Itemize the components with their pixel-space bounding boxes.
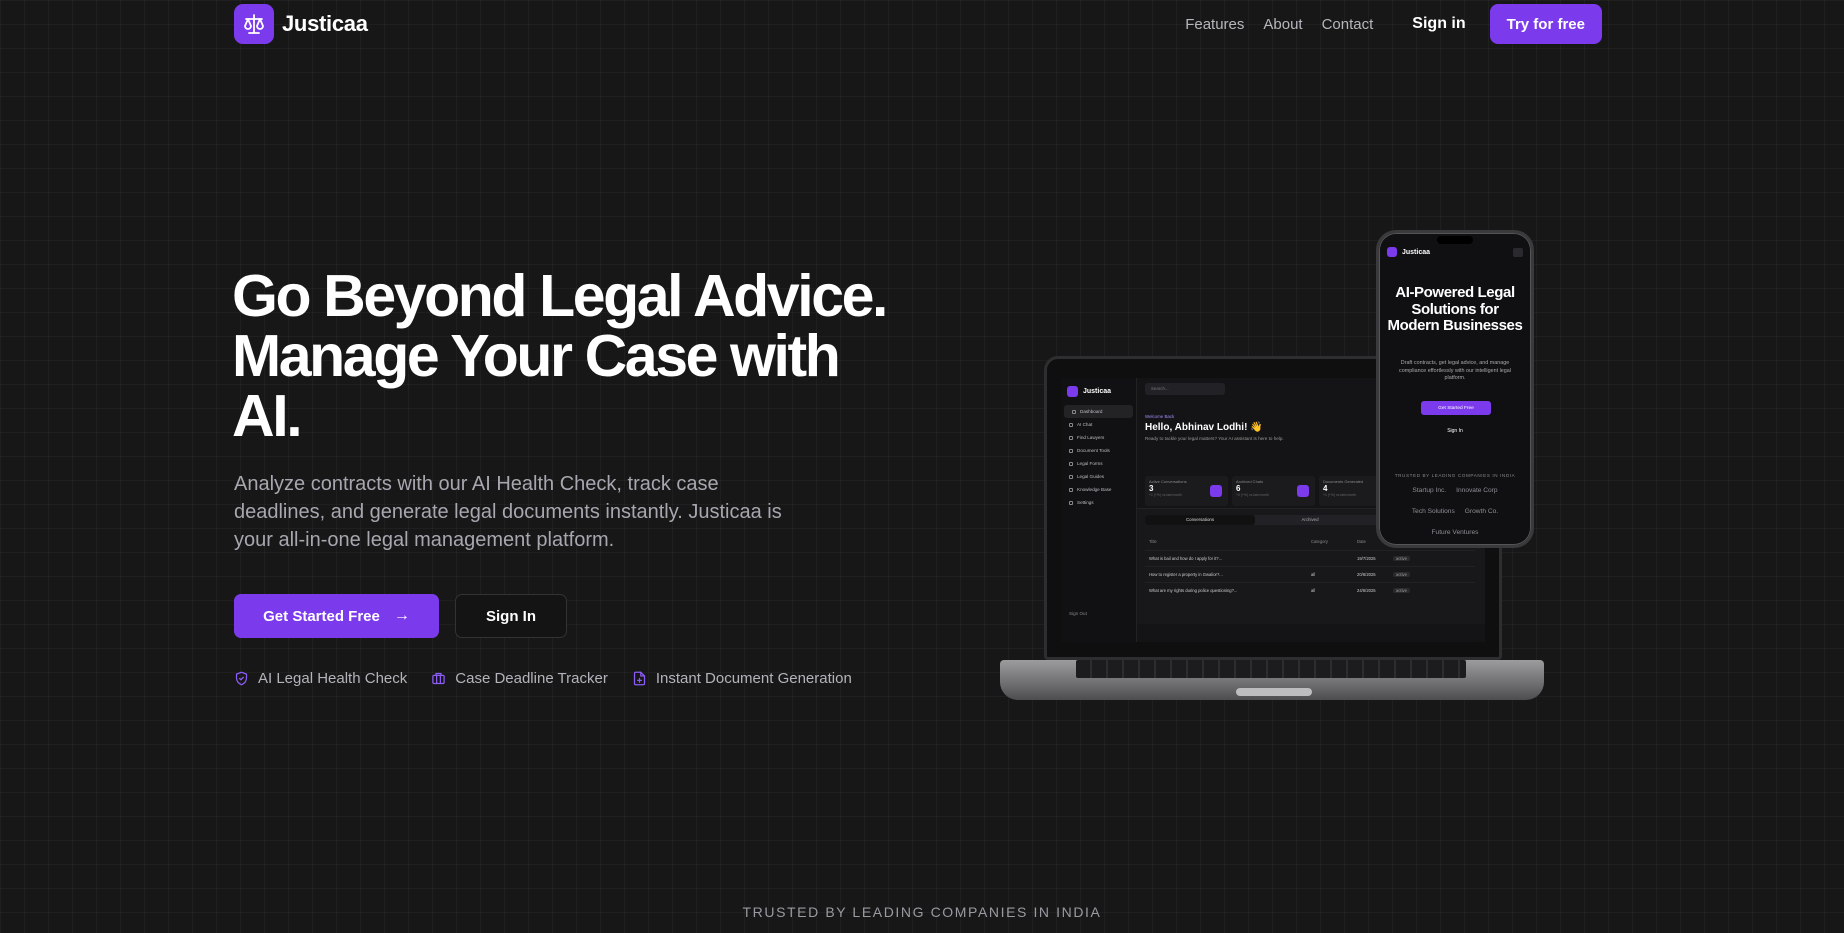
phone-mockup: Justicaa AI-Powered Legal Solutions for … — [1376, 230, 1534, 548]
phone-title: AI-Powered Legal Solutions for Modern Bu… — [1387, 284, 1523, 334]
table-row: What are my rights during police questio… — [1145, 582, 1475, 598]
dashboard-search: Search... — [1145, 383, 1225, 395]
dashboard-greeting-sub: Ready to tackle your legal matters? Your… — [1145, 436, 1284, 441]
nav-signin-link[interactable]: Sign in — [1412, 15, 1465, 33]
chat-icon — [1210, 485, 1222, 497]
feature-label: Case Deadline Tracker — [455, 670, 608, 687]
phone-signin-link: Sign In — [1447, 428, 1463, 434]
sidebar-item-ai-chat: AI Chat — [1061, 418, 1136, 431]
arrow-right-icon: → — [393, 607, 410, 624]
sidebar-item-legal-forms: Legal Forms — [1061, 457, 1136, 470]
scale-icon — [244, 14, 264, 34]
sign-in-button[interactable]: Sign In — [455, 594, 567, 638]
phone-logo-row: Future Ventures — [1431, 529, 1479, 536]
laptop-keyboard — [1076, 660, 1466, 678]
sidebar-item-document-tools: Document Tools — [1061, 444, 1136, 457]
feature-item: AI Legal Health Check — [234, 670, 407, 687]
tab-archived: Archived — [1301, 517, 1319, 522]
top-nav: Justicaa Features About Contact Sign in … — [234, 4, 1602, 44]
stat-card: Archived Chats 6 +0 (+%) vs last month — [1232, 476, 1315, 506]
hero-subtitle: Analyze contracts with our AI Health Che… — [234, 473, 782, 551]
dashboard-greeting: Hello, Abhinav Lodhi! 👋 — [1145, 422, 1263, 433]
table-row: What is bail and how do I apply for it?.… — [1145, 550, 1475, 566]
sidebar-item-dashboard: Dashboard — [1064, 405, 1133, 418]
phone-logo-row: Startup Inc. Innovate Corp — [1412, 487, 1498, 494]
try-for-free-button[interactable]: Try for free — [1489, 4, 1602, 44]
nav-link-contact[interactable]: Contact — [1322, 16, 1374, 33]
nav-link-about[interactable]: About — [1263, 16, 1302, 33]
trusted-by-label: TRUSTED BY LEADING COMPANIES IN INDIA — [742, 904, 1102, 920]
nav-link-features[interactable]: Features — [1185, 16, 1244, 33]
feature-label: AI Legal Health Check — [258, 670, 408, 687]
phone-header: Justicaa — [1387, 247, 1523, 257]
get-started-label: Get Started Free — [263, 607, 380, 625]
hero-title: Go Beyond Legal Advice. Manage Your Case… — [232, 266, 932, 446]
feature-label: Instant Document Generation — [655, 670, 852, 687]
phone-subtitle: Draft contracts, get legal advice, and m… — [1399, 360, 1511, 381]
stat-card: Active Conversations 3 +1 (+%) vs last mon… — [1145, 476, 1228, 506]
sidebar-item-find-lawyers: Find Lawyers — [1061, 431, 1136, 444]
table-row: How to register a property in Gwalior?..… — [1145, 566, 1475, 582]
welcome-tag: Welcome Back — [1145, 414, 1175, 419]
menu-icon — [1513, 247, 1523, 257]
archive-icon — [1297, 485, 1309, 497]
hero-title-line-1: Go Beyond Legal Advice. — [232, 263, 888, 329]
phone-trusted-label: TRUSTED BY LEADING COMPANIES IN INDIA — [1394, 473, 1516, 478]
hero-title-line-2: Manage Your Case with — [232, 323, 841, 389]
laptop-trackpad — [1236, 688, 1312, 696]
stat-cards: Active Conversations 3 +1 (+%) vs last mon… — [1145, 476, 1406, 506]
logo-icon — [1387, 247, 1397, 257]
phone-notch — [1437, 236, 1473, 244]
sidebar-item-knowledge-base: Knowledge Base — [1061, 483, 1136, 496]
briefcase-icon — [432, 672, 446, 685]
sidebar-item-settings: Settings — [1061, 496, 1136, 509]
phone-get-started-button: Get Started Free — [1421, 401, 1491, 415]
file-plus-icon — [633, 671, 645, 686]
feature-list: AI Legal Health Check Case Deadline Trac… — [234, 670, 876, 687]
logo[interactable] — [234, 4, 274, 44]
feature-item: Instant Document Generation — [632, 670, 852, 687]
feature-item: Case Deadline Tracker — [431, 670, 608, 687]
logo-icon — [1067, 386, 1078, 397]
tab-conversations: Conversations — [1145, 515, 1255, 525]
brand-name[interactable]: Justicaa — [282, 11, 368, 37]
dashboard-brand: Justicaa — [1061, 378, 1136, 405]
dashboard-sidebar: Justicaa Dashboard AI Chat Find Lawyers … — [1061, 378, 1137, 642]
sign-out-link: Sign Out — [1069, 611, 1087, 616]
get-started-free-button[interactable]: Get Started Free → — [234, 594, 439, 638]
hero-title-line-3: AI. — [232, 383, 303, 449]
phone-logo-row: Tech Solutions Growth Co. — [1411, 508, 1499, 515]
sidebar-item-legal-guides: Legal Guides — [1061, 470, 1136, 483]
shield-check-icon — [235, 671, 248, 686]
nav-links: Features About Contact Sign in Try for f… — [1185, 4, 1602, 44]
